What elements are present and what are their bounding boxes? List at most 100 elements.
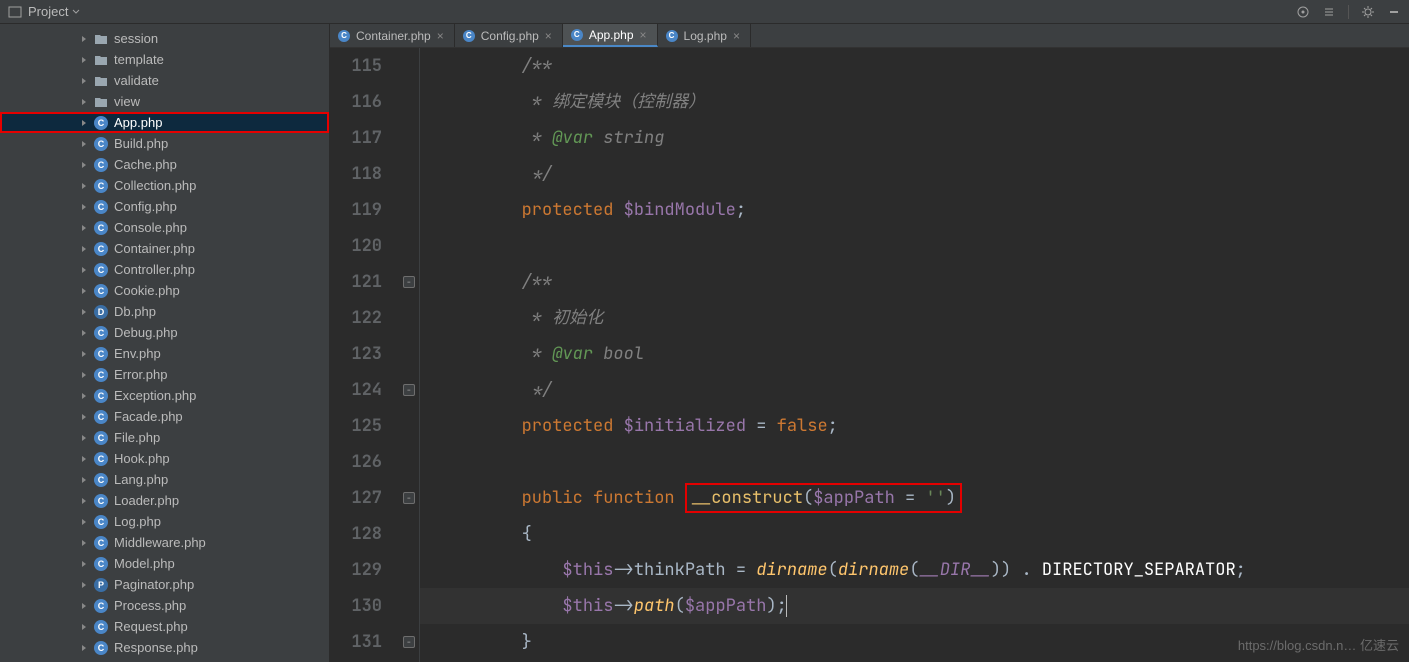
tree-item-label: Exception.php (114, 388, 196, 403)
code-editor[interactable]: 1151161171181191201211221231241251261271… (330, 48, 1409, 662)
tree-item-error-php[interactable]: CError.php (0, 364, 329, 385)
fold-toggle[interactable]: − (403, 276, 415, 288)
collapse-all-icon[interactable] (1322, 5, 1336, 19)
tab-container-php[interactable]: CContainer.php× (330, 24, 455, 47)
expand-arrow-icon[interactable] (80, 203, 88, 211)
expand-arrow-icon[interactable] (80, 455, 88, 463)
fold-toggle[interactable]: − (403, 492, 415, 504)
class-icon: C (94, 536, 108, 550)
tree-item-file-php[interactable]: CFile.php (0, 427, 329, 448)
expand-arrow-icon[interactable] (80, 476, 88, 484)
tree-item-label: Collection.php (114, 178, 196, 193)
expand-arrow-icon[interactable] (80, 98, 88, 106)
expand-arrow-icon[interactable] (80, 581, 88, 589)
class-icon: C (94, 515, 108, 529)
close-icon[interactable]: × (640, 28, 647, 42)
class-icon: C (94, 410, 108, 424)
locate-icon[interactable] (1296, 5, 1310, 19)
project-tree[interactable]: sessiontemplatevalidateviewCApp.phpCBuil… (0, 24, 330, 662)
tree-item-app-php[interactable]: CApp.php (0, 112, 329, 133)
tree-item-db-php[interactable]: DDb.php (0, 301, 329, 322)
expand-arrow-icon[interactable] (80, 308, 88, 316)
close-icon[interactable]: × (437, 29, 444, 43)
tree-item-debug-php[interactable]: CDebug.php (0, 322, 329, 343)
tab-app-php[interactable]: CApp.php× (563, 24, 658, 47)
expand-arrow-icon[interactable] (80, 77, 88, 85)
gear-icon[interactable] (1361, 5, 1375, 19)
tree-item-label: Log.php (114, 514, 161, 529)
close-icon[interactable]: × (545, 29, 552, 43)
expand-arrow-icon[interactable] (80, 35, 88, 43)
expand-arrow-icon[interactable] (80, 434, 88, 442)
tree-item-cookie-php[interactable]: CCookie.php (0, 280, 329, 301)
tree-item-console-php[interactable]: CConsole.php (0, 217, 329, 238)
expand-arrow-icon[interactable] (80, 245, 88, 253)
fold-toggle[interactable]: − (403, 636, 415, 648)
expand-arrow-icon[interactable] (80, 623, 88, 631)
tree-item-model-php[interactable]: CModel.php (0, 553, 329, 574)
tree-item-label: Container.php (114, 241, 195, 256)
tree-item-session[interactable]: session (0, 28, 329, 49)
class-icon: C (94, 431, 108, 445)
expand-arrow-icon[interactable] (80, 518, 88, 526)
class-icon: C (94, 242, 108, 256)
expand-arrow-icon[interactable] (80, 140, 88, 148)
tree-item-label: Response.php (114, 640, 198, 655)
chevron-down-icon[interactable] (72, 8, 80, 16)
tree-item-exception-php[interactable]: CException.php (0, 385, 329, 406)
tree-item-lang-php[interactable]: CLang.php (0, 469, 329, 490)
expand-arrow-icon[interactable] (80, 224, 88, 232)
expand-arrow-icon[interactable] (80, 602, 88, 610)
expand-arrow-icon[interactable] (80, 497, 88, 505)
expand-arrow-icon[interactable] (80, 119, 88, 127)
tree-item-paginator-php[interactable]: PPaginator.php (0, 574, 329, 595)
tree-item-loader-php[interactable]: CLoader.php (0, 490, 329, 511)
tree-item-env-php[interactable]: CEnv.php (0, 343, 329, 364)
tab-config-php[interactable]: CConfig.php× (455, 24, 563, 47)
tree-item-middleware-php[interactable]: CMiddleware.php (0, 532, 329, 553)
folder-icon (94, 32, 108, 46)
fold-column[interactable]: − − − − (400, 48, 420, 662)
fold-toggle[interactable]: − (403, 384, 415, 396)
tree-item-response-php[interactable]: CResponse.php (0, 637, 329, 658)
expand-arrow-icon[interactable] (80, 413, 88, 421)
folder-icon (94, 74, 108, 88)
expand-arrow-icon[interactable] (80, 56, 88, 64)
tree-item-controller-php[interactable]: CController.php (0, 259, 329, 280)
expand-arrow-icon[interactable] (80, 266, 88, 274)
code-content[interactable]: /** * 绑定模块（控制器） * @var string */ protect… (420, 48, 1409, 662)
tree-item-container-php[interactable]: C Container.php (0, 238, 329, 259)
tree-item-label: Env.php (114, 346, 161, 361)
class-icon: C (94, 221, 108, 235)
tree-item-label: Loader.php (114, 493, 179, 508)
expand-arrow-icon[interactable] (80, 350, 88, 358)
expand-arrow-icon[interactable] (80, 371, 88, 379)
tree-item-log-php[interactable]: C Log.php (0, 511, 329, 532)
tool-window-title[interactable]: Project (28, 4, 68, 19)
expand-arrow-icon[interactable] (80, 644, 88, 652)
tree-item-label: Lang.php (114, 472, 168, 487)
tab-log-php[interactable]: CLog.php× (658, 24, 751, 47)
tree-item-cache-php[interactable]: CCache.php (0, 154, 329, 175)
expand-arrow-icon[interactable] (80, 539, 88, 547)
tree-item-hook-php[interactable]: CHook.php (0, 448, 329, 469)
tree-item-process-php[interactable]: CProcess.php (0, 595, 329, 616)
tree-item-facade-php[interactable]: CFacade.php (0, 406, 329, 427)
minimize-icon[interactable] (1387, 5, 1401, 19)
tree-item-collection-php[interactable]: CCollection.php (0, 175, 329, 196)
expand-arrow-icon[interactable] (80, 560, 88, 568)
tree-item-template[interactable]: template (0, 49, 329, 70)
expand-arrow-icon[interactable] (80, 392, 88, 400)
expand-arrow-icon[interactable] (80, 182, 88, 190)
tree-item-config-php[interactable]: CConfig.php (0, 196, 329, 217)
expand-arrow-icon[interactable] (80, 287, 88, 295)
class-icon: C (666, 30, 678, 42)
close-icon[interactable]: × (733, 29, 740, 43)
tree-item-build-php[interactable]: CBuild.php (0, 133, 329, 154)
tree-item-label: Config.php (114, 199, 177, 214)
expand-arrow-icon[interactable] (80, 161, 88, 169)
tree-item-request-php[interactable]: CRequest.php (0, 616, 329, 637)
expand-arrow-icon[interactable] (80, 329, 88, 337)
tree-item-validate[interactable]: validate (0, 70, 329, 91)
tree-item-view[interactable]: view (0, 91, 329, 112)
